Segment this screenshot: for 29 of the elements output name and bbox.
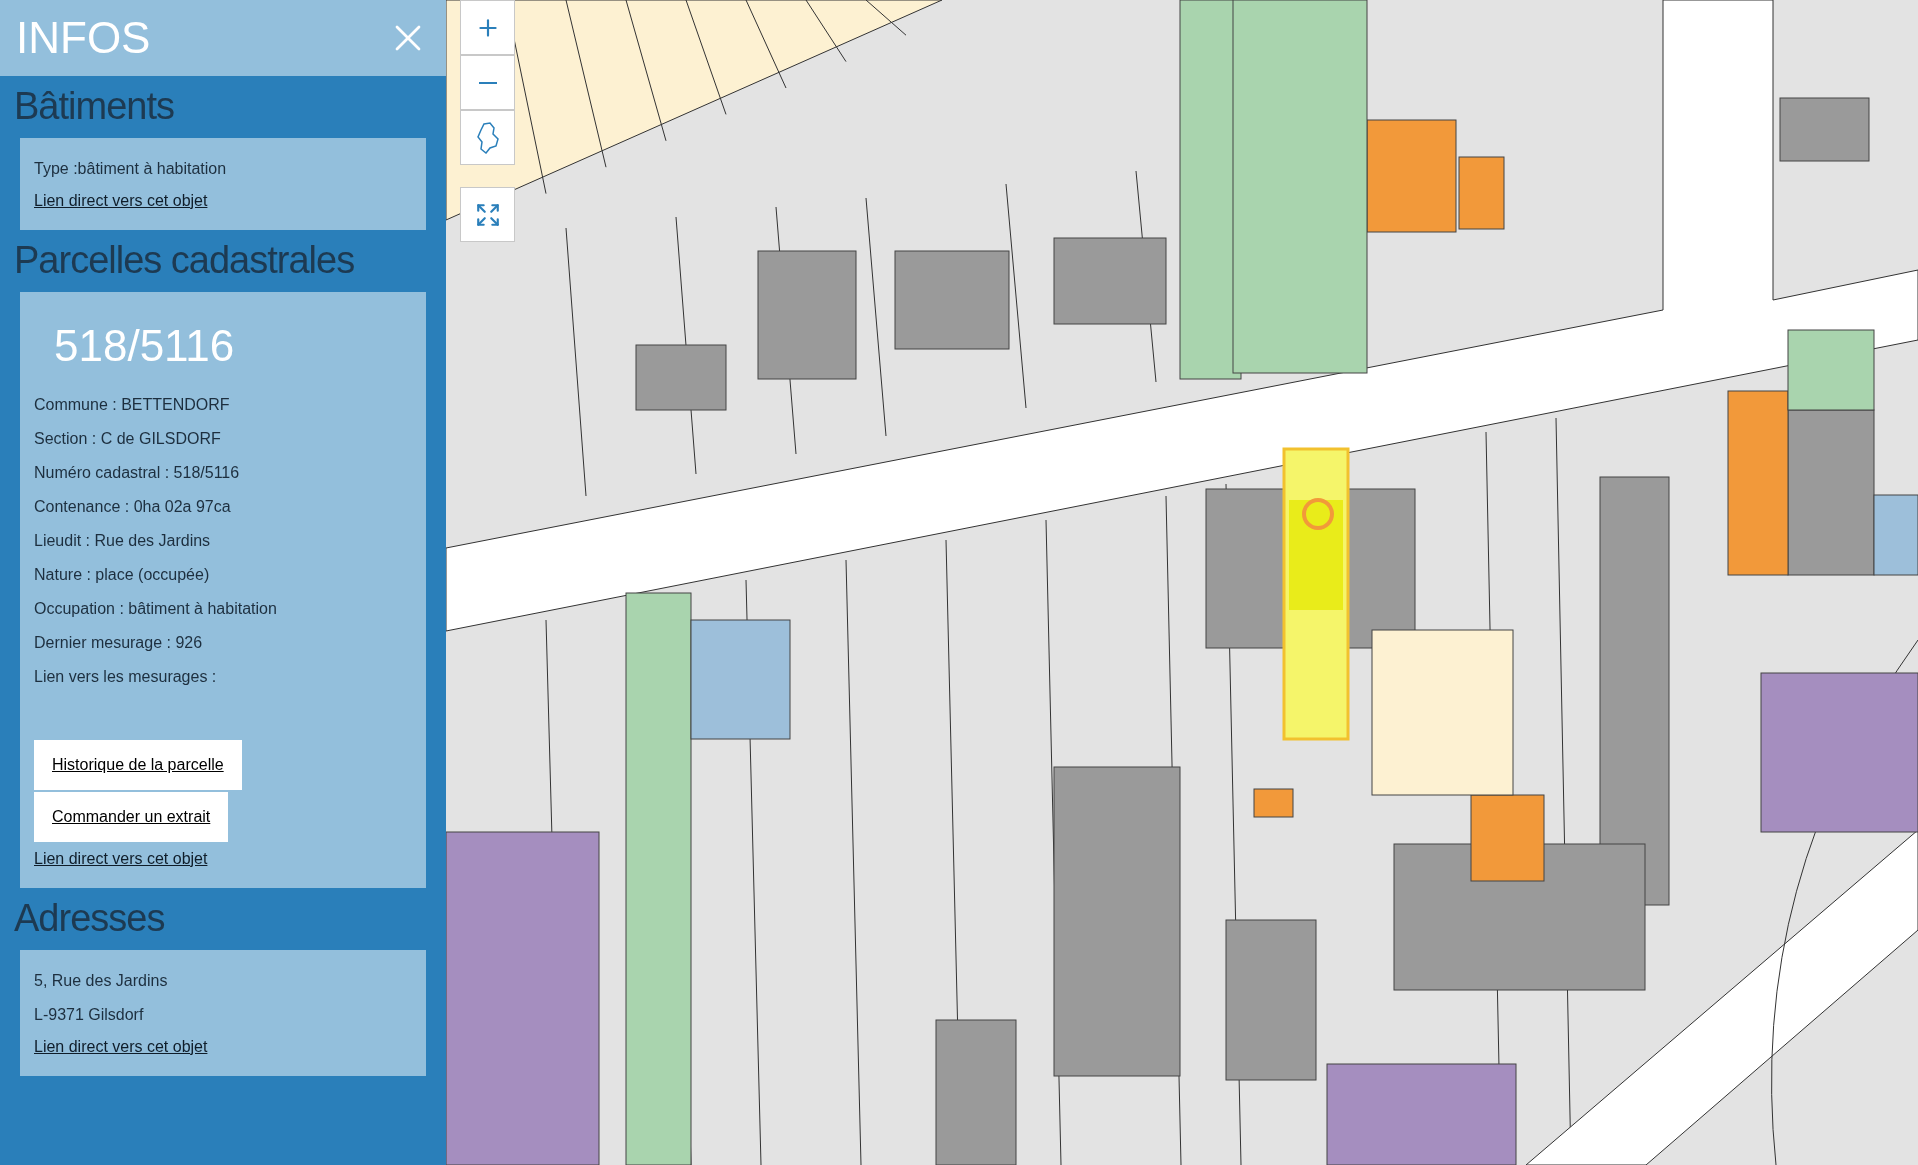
info-line: L-9371 Gilsdorf [34, 1005, 144, 1025]
direct-link[interactable]: Lien direct vers cet objet [34, 186, 208, 216]
direct-link[interactable]: Lien direct vers cet objet [34, 844, 208, 874]
zoom-out-button[interactable] [460, 55, 515, 110]
info-line: Type :bâtiment à habitation [34, 159, 227, 179]
section-heading: Bâtiments [13, 84, 175, 129]
country-outline-icon [475, 121, 500, 154]
info-line: Lieudit : Rue des Jardins [34, 531, 211, 551]
info-line: Numéro cadastral : 518/5116 [34, 463, 240, 483]
info-line: Occupation : bâtiment à habitation [34, 599, 277, 619]
action-button[interactable]: Historique de la parcelle [34, 740, 242, 790]
country-extent-button[interactable] [460, 110, 515, 165]
minus-icon [478, 81, 497, 84]
info-line: Nature : place (occupée) [34, 565, 210, 585]
info-line: Commune : BETTENDORF [34, 395, 230, 415]
expand-icon [474, 201, 501, 228]
info-line: Lien vers les mesurages : [34, 667, 217, 687]
info-line: Contenance : 0ha 02a 97ca [34, 497, 231, 517]
action-button[interactable]: Commander un extrait [34, 792, 229, 842]
info-line: Section : C de GILSDORF [34, 429, 221, 449]
section-heading: Parcelles cadastrales [13, 238, 356, 283]
zoom-in-button[interactable] [460, 0, 515, 55]
direct-link[interactable]: Lien direct vers cet objet [34, 1032, 208, 1062]
parcel-number: 518/5116 [53, 320, 236, 372]
fullscreen-button[interactable] [460, 187, 515, 242]
info-line: 5, Rue des Jardins [34, 971, 168, 991]
section-heading: Adresses [13, 896, 166, 941]
info-line: Dernier mesurage : 926 [34, 633, 203, 653]
panel-title: INFOS [16, 13, 151, 63]
